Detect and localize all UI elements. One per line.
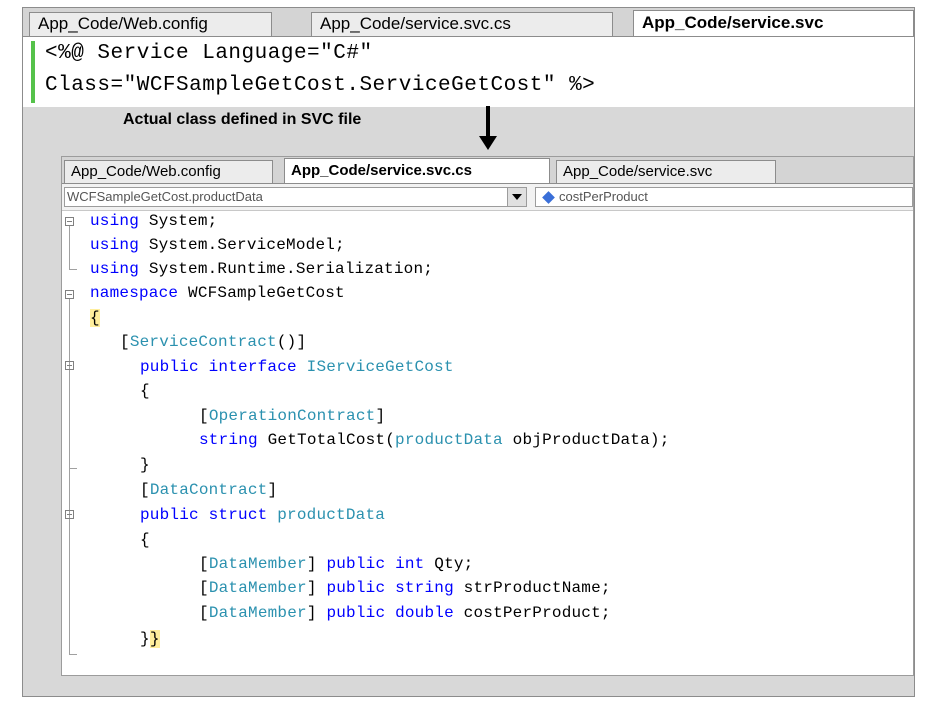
code-line: string GetTotalCost(productData objProdu… bbox=[199, 431, 670, 449]
member-dropdown-value: costPerProduct bbox=[559, 189, 648, 204]
tab-web-config[interactable]: App_Code/Web.config bbox=[29, 12, 272, 36]
code-line: [ServiceContract()] bbox=[120, 333, 307, 351]
chevron-down-icon[interactable] bbox=[507, 188, 526, 206]
svc-file-content[interactable]: <%@ Service Language="C#" Class="WCFSamp… bbox=[23, 36, 914, 107]
inner-tab-strip: App_Code/Web.config App_Code/service.svc… bbox=[62, 157, 913, 184]
field-icon bbox=[542, 191, 555, 204]
svc-directive-line-1: <%@ Service Language="C#" bbox=[45, 42, 373, 65]
collapse-icon[interactable] bbox=[65, 361, 74, 370]
code-line: [DataMember] public double costPerProduc… bbox=[199, 604, 611, 622]
collapse-icon[interactable] bbox=[65, 510, 74, 519]
code-line: public struct productData bbox=[140, 506, 386, 524]
code-line: { bbox=[140, 382, 150, 400]
code-line: [DataMember] public string strProductNam… bbox=[199, 579, 611, 597]
down-arrow-icon bbox=[479, 136, 497, 150]
annotation-label: Actual class defined in SVC file bbox=[123, 111, 362, 128]
annotation-arrow-shaft bbox=[486, 106, 490, 140]
outline-guide-end bbox=[69, 269, 77, 270]
code-line: namespace WCFSampleGetCost bbox=[90, 284, 345, 302]
outline-guide-end bbox=[69, 468, 77, 469]
navigation-bar: WCFSampleGetCost.productData costPerProd… bbox=[62, 184, 913, 211]
code-editor-panel: App_Code/Web.config App_Code/service.svc… bbox=[61, 156, 914, 676]
editor-window: App_Code/Web.config App_Code/service.svc… bbox=[22, 7, 915, 697]
changed-lines-marker bbox=[31, 41, 35, 103]
inner-tab-service-svc-cs[interactable]: App_Code/service.svc.cs bbox=[284, 158, 550, 183]
code-line: { bbox=[140, 531, 150, 549]
top-tab-strip: App_Code/Web.config App_Code/service.svc… bbox=[23, 8, 914, 36]
type-dropdown-value: WCFSampleGetCost.productData bbox=[67, 189, 263, 204]
tab-service-svc[interactable]: App_Code/service.svc bbox=[633, 10, 914, 36]
member-dropdown[interactable]: costPerProduct bbox=[535, 187, 913, 207]
code-line: using System; bbox=[90, 212, 218, 230]
code-line: public interface IServiceGetCost bbox=[140, 358, 454, 376]
code-line: { bbox=[90, 309, 100, 327]
code-line: using System.ServiceModel; bbox=[90, 236, 345, 254]
code-line: using System.Runtime.Serialization; bbox=[90, 260, 434, 278]
tab-service-svc-cs[interactable]: App_Code/service.svc.cs bbox=[311, 12, 613, 36]
svc-directive-line-2: Class="WCFSampleGetCost.ServiceGetCost" … bbox=[45, 74, 596, 97]
code-area[interactable]: using System; using System.ServiceModel;… bbox=[62, 212, 913, 675]
type-dropdown[interactable]: WCFSampleGetCost.productData bbox=[64, 187, 527, 207]
code-line: [DataContract] bbox=[140, 481, 278, 499]
inner-tab-web-config[interactable]: App_Code/Web.config bbox=[64, 160, 273, 183]
collapse-icon[interactable] bbox=[65, 290, 74, 299]
collapse-icon[interactable] bbox=[65, 217, 74, 226]
code-line: }} bbox=[140, 630, 160, 648]
outline-guide bbox=[69, 299, 70, 655]
code-line: } bbox=[140, 456, 150, 474]
inner-tab-service-svc[interactable]: App_Code/service.svc bbox=[556, 160, 776, 183]
outline-guide-end bbox=[69, 654, 77, 655]
code-line: [DataMember] public int Qty; bbox=[199, 555, 474, 573]
outline-guide bbox=[69, 226, 70, 270]
code-line: [OperationContract] bbox=[199, 407, 386, 425]
